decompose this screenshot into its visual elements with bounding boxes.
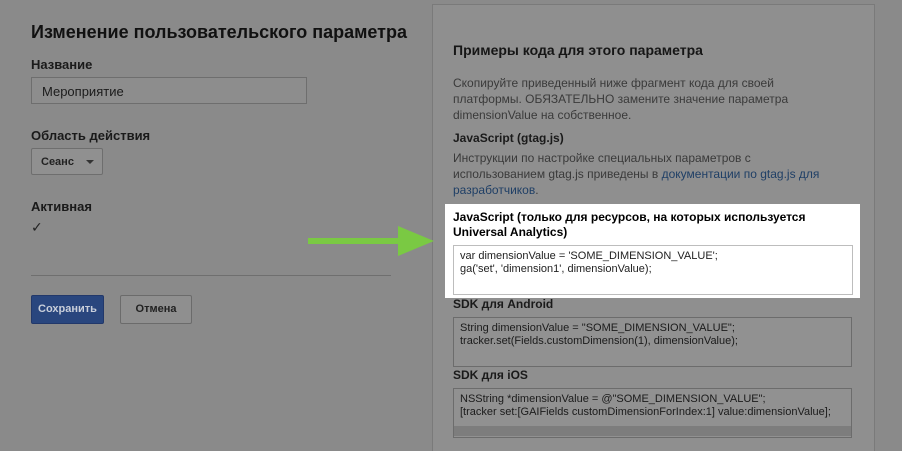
arrow-right-icon [308, 226, 434, 256]
panel-description: Скопируйте приведенный ниже фрагмент код… [453, 76, 789, 122]
scope-label: Область действия [31, 128, 151, 143]
active-checkbox[interactable]: ✓ [31, 220, 45, 234]
chevron-down-icon [86, 160, 94, 164]
page-title: Изменение пользовательского параметра [31, 22, 408, 42]
cancel-button[interactable]: Отмена [120, 295, 192, 324]
ios-code-scrollbar[interactable] [454, 426, 851, 436]
checkmark-icon: ✓ [31, 219, 43, 235]
active-label: Активная [31, 199, 92, 214]
scope-dropdown[interactable]: Сеанс [31, 148, 103, 175]
name-label: Название [31, 57, 93, 72]
gtag-instructions: Инструкции по настройке специальных пара… [453, 150, 843, 198]
android-heading: SDK для Android [453, 297, 554, 311]
scope-value: Сеанс [41, 156, 74, 168]
name-input[interactable]: Мероприятие [31, 77, 307, 104]
divider [31, 275, 391, 276]
ua-code-box[interactable]: var dimensionValue = 'SOME_DIMENSION_VAL… [453, 245, 853, 295]
save-button[interactable]: Сохранить [31, 295, 104, 324]
panel-title: Примеры кода для этого параметра [453, 42, 703, 58]
ua-heading: JavaScript (только для ресурсов, на кото… [453, 210, 806, 239]
gtag-text-end: . [535, 183, 539, 197]
gtag-heading: JavaScript (gtag.js) [453, 131, 564, 145]
android-code-box[interactable]: String dimensionValue = "SOME_DIMENSION_… [453, 317, 852, 367]
ios-heading: SDK для iOS [453, 368, 528, 382]
